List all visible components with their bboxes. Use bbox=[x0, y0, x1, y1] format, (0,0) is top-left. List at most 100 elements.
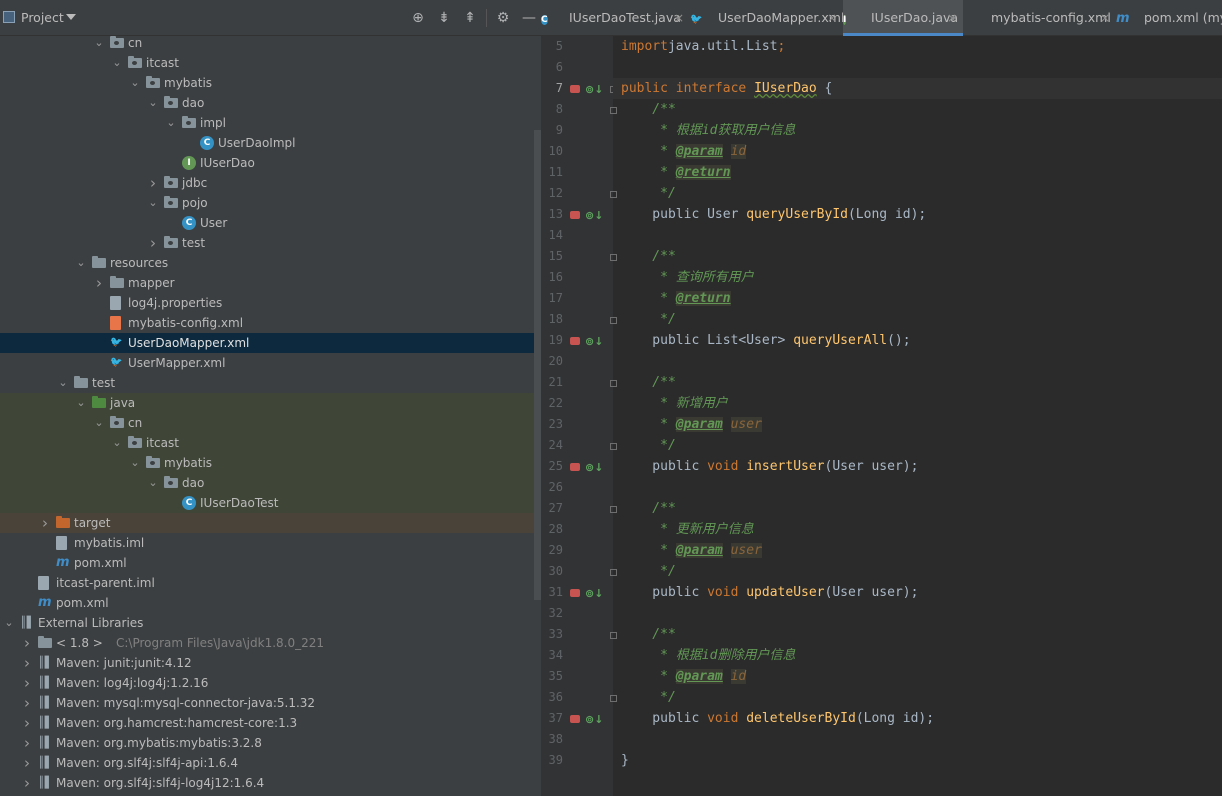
scrollbar[interactable] bbox=[534, 130, 541, 600]
chevron-down-icon[interactable]: ⌄ bbox=[74, 253, 88, 273]
tree-item[interactable]: › ║▌ Maven: org.hamcrest:hamcrest-core:1.3 bbox=[0, 713, 541, 733]
tree-item[interactable]: mybatis.iml bbox=[0, 533, 541, 553]
chevron-down-icon[interactable]: ⌄ bbox=[92, 33, 106, 53]
code-line: importjava.util.List; bbox=[621, 36, 785, 57]
tree-item[interactable]: ⌄ cn bbox=[0, 413, 541, 433]
tree-item[interactable]: ⌄ dao bbox=[0, 93, 541, 113]
chevron-right-icon[interactable]: › bbox=[146, 233, 160, 253]
tree-item[interactable]: › mapper bbox=[0, 273, 541, 293]
expand-all-icon[interactable]: ⇟ bbox=[436, 10, 452, 26]
chevron-right-icon[interactable]: › bbox=[20, 653, 34, 673]
chevron-down-icon[interactable]: ⌄ bbox=[110, 433, 124, 453]
tree-item[interactable]: ⌄ test bbox=[0, 373, 541, 393]
tab-pom[interactable]: m pom.xml (mybat bbox=[1116, 0, 1222, 36]
implemented-marker-icon[interactable]: ⊚↓ bbox=[570, 209, 603, 223]
tree-item[interactable]: › ║▌ Maven: mysql:mysql-connector-java:5.1… bbox=[0, 693, 541, 713]
tree-item[interactable]: mybatis-config.xml bbox=[0, 313, 541, 333]
tree-item[interactable]: m pom.xml bbox=[0, 593, 541, 613]
tree-item[interactable]: ⌄ mybatis bbox=[0, 73, 541, 93]
implemented-marker-icon[interactable]: ⊚↓ bbox=[570, 587, 603, 601]
implemented-marker-icon[interactable]: ⊚↓ bbox=[570, 713, 603, 727]
mybatis-icon bbox=[570, 463, 580, 471]
tree-item[interactable]: › ║▌ Maven: junit:junit:4.12 bbox=[0, 653, 541, 673]
implemented-marker-icon[interactable]: ⊚↓ bbox=[570, 83, 603, 97]
tree-item-label: log4j.properties bbox=[128, 296, 223, 310]
tab-iuserdao[interactable]: I IUserDao.java × bbox=[843, 0, 963, 36]
chevron-right-icon[interactable]: › bbox=[20, 713, 34, 733]
tree-item[interactable]: ⌄ resources bbox=[0, 253, 541, 273]
tree-item[interactable]: › ║▌ Maven: log4j:log4j:1.2.16 bbox=[0, 673, 541, 693]
chevron-down-icon[interactable]: ⌄ bbox=[146, 93, 160, 113]
tree-item[interactable]: ⌄ itcast bbox=[0, 53, 541, 73]
tree-item[interactable]: m pom.xml bbox=[0, 553, 541, 573]
tab-mybatis-config[interactable]: mybatis-config.xml × bbox=[963, 0, 1116, 36]
chevron-down-icon[interactable]: ⌄ bbox=[128, 453, 142, 473]
chevron-down-icon[interactable]: ⌄ bbox=[110, 53, 124, 73]
chevron-down-icon[interactable] bbox=[66, 14, 76, 20]
tree-item[interactable]: C User bbox=[0, 213, 541, 233]
tree-item[interactable]: 🐦 UserMapper.xml bbox=[0, 353, 541, 373]
tree-item[interactable]: › ║▌ Maven: org.slf4j:slf4j-log4j12:1.6.4 bbox=[0, 773, 541, 793]
chevron-right-icon[interactable]: › bbox=[20, 693, 34, 713]
chevron-down-icon[interactable]: ⌄ bbox=[92, 413, 106, 433]
tree-item[interactable]: ⌄ itcast bbox=[0, 433, 541, 453]
tree-item-label: mybatis-config.xml bbox=[128, 316, 244, 330]
chevron-down-icon[interactable]: ⌄ bbox=[146, 193, 160, 213]
library-icon: ║▌ bbox=[20, 616, 36, 629]
tree-item[interactable]: ⌄ pojo bbox=[0, 193, 541, 213]
mybatis-icon bbox=[570, 589, 580, 597]
tab-iuserdaotest[interactable]: C IUserDaoTest.java × bbox=[541, 0, 690, 36]
chevron-right-icon[interactable]: › bbox=[20, 633, 34, 653]
close-icon[interactable]: × bbox=[674, 0, 684, 36]
chevron-right-icon[interactable]: › bbox=[20, 753, 34, 773]
resources-folder-icon bbox=[92, 256, 106, 268]
chevron-right-icon[interactable]: › bbox=[20, 673, 34, 693]
chevron-right-icon[interactable]: › bbox=[146, 173, 160, 193]
tree-item[interactable]: › ║▌ Maven: org.mybatis:mybatis:3.2.8 bbox=[0, 733, 541, 753]
gear-icon[interactable]: ⚙ bbox=[495, 10, 511, 26]
chevron-down-icon[interactable]: ⌄ bbox=[146, 473, 160, 493]
tree-item[interactable]: ⌄ mybatis bbox=[0, 453, 541, 473]
chevron-down-icon[interactable]: ⌄ bbox=[164, 113, 178, 133]
tree-item[interactable]: I IUserDao bbox=[0, 153, 541, 173]
tree-item[interactable]: ⌄ dao bbox=[0, 473, 541, 493]
tree-item[interactable]: ⌄ ║▌ External Libraries bbox=[0, 613, 541, 633]
close-icon[interactable]: × bbox=[947, 0, 957, 36]
locate-icon[interactable]: ⊕ bbox=[410, 10, 426, 26]
package-folder-icon bbox=[128, 56, 142, 68]
tree-item[interactable]: ⌄ impl bbox=[0, 113, 541, 133]
chevron-right-icon[interactable]: › bbox=[92, 273, 106, 293]
tree-item[interactable]: C IUserDaoTest bbox=[0, 493, 541, 513]
tree-item[interactable]: log4j.properties bbox=[0, 293, 541, 313]
chevron-down-icon[interactable]: ⌄ bbox=[128, 73, 142, 93]
close-icon[interactable]: × bbox=[1100, 0, 1110, 36]
minimize-icon[interactable]: — bbox=[521, 10, 537, 26]
tab-userdaomapper[interactable]: 🐦 UserDaoMapper.xml × bbox=[690, 0, 844, 36]
implemented-marker-icon[interactable]: ⊚↓ bbox=[570, 335, 604, 349]
close-icon[interactable]: × bbox=[827, 0, 837, 36]
tree-item[interactable]: › jdbc bbox=[0, 173, 541, 193]
tree-item[interactable]: › test bbox=[0, 233, 541, 253]
chevron-down-icon[interactable]: ⌄ bbox=[74, 393, 88, 413]
code-view[interactable]: importjava.util.List; public interface IU… bbox=[613, 36, 1222, 796]
tree-item[interactable]: itcast-parent.iml bbox=[0, 573, 541, 593]
implementation-icon: ⊚↓ bbox=[585, 335, 604, 348]
tree-item[interactable]: 🐦 UserDaoMapper.xml bbox=[0, 333, 541, 353]
code-line: * @return bbox=[621, 162, 731, 183]
chevron-right-icon[interactable]: › bbox=[38, 513, 52, 533]
tree-item[interactable]: › target bbox=[0, 513, 541, 533]
line-number: 14 bbox=[548, 228, 563, 242]
project-title[interactable]: Project bbox=[21, 10, 64, 25]
tree-item[interactable]: ⌄ cn bbox=[0, 33, 541, 53]
chevron-down-icon[interactable]: ⌄ bbox=[56, 373, 70, 393]
chevron-down-icon[interactable]: ⌄ bbox=[2, 613, 16, 633]
tree-item[interactable]: C UserDaoImpl bbox=[0, 133, 541, 153]
tree-item[interactable]: ⌄ java bbox=[0, 393, 541, 413]
implemented-marker-icon[interactable]: ⊚↓ bbox=[570, 461, 603, 475]
chevron-right-icon[interactable]: › bbox=[20, 773, 34, 793]
tree-item[interactable]: › ║▌ Maven: org.slf4j:slf4j-api:1.6.4 bbox=[0, 753, 541, 773]
collapse-all-icon[interactable]: ⇞ bbox=[462, 10, 478, 26]
tree-item[interactable]: › < 1.8 > C:\Program Files\Java\jdk1.8.0_2… bbox=[0, 633, 541, 653]
chevron-right-icon[interactable]: › bbox=[20, 733, 34, 753]
